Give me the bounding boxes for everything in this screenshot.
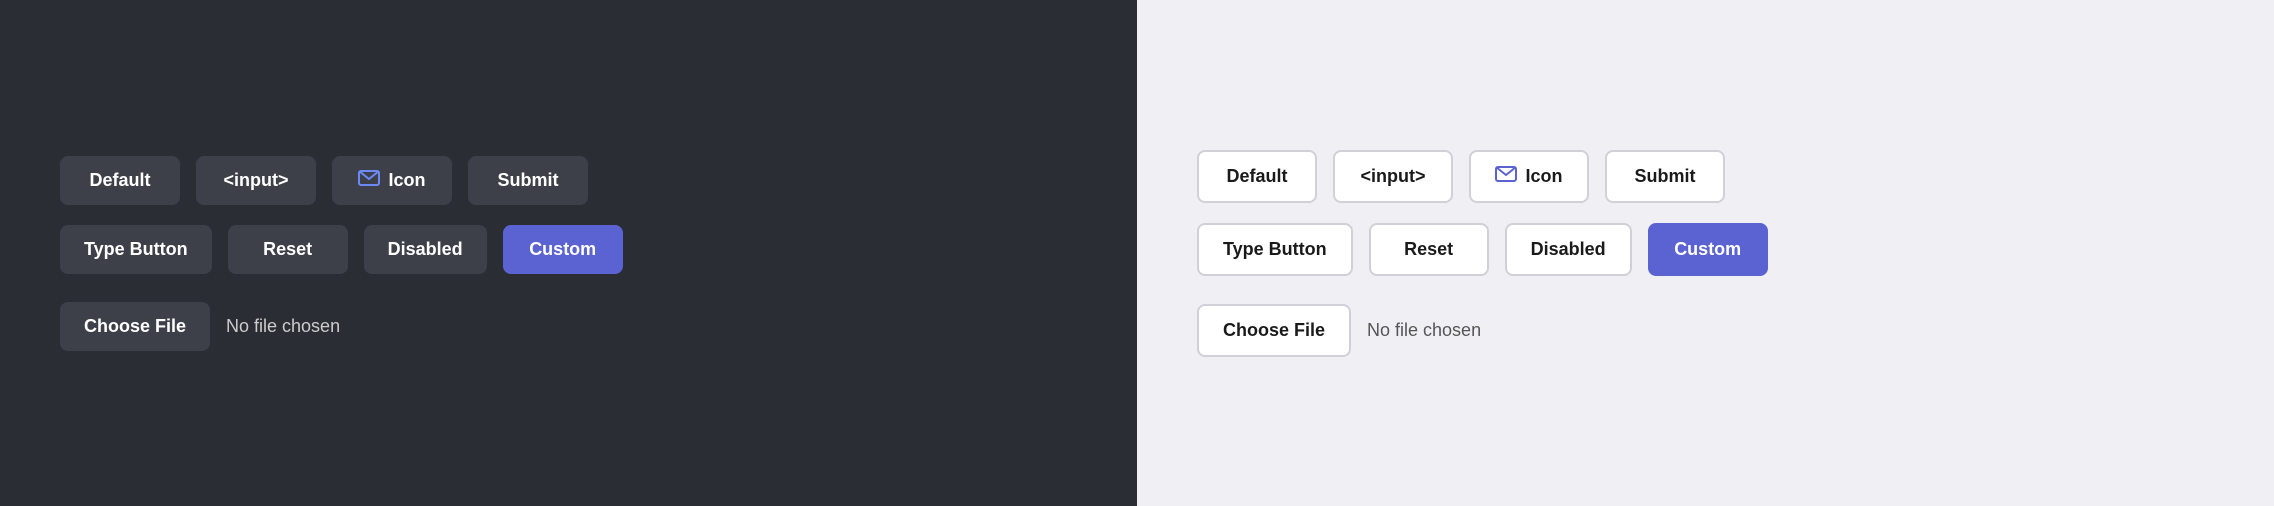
dark-input-button[interactable]: <input> — [196, 156, 316, 205]
light-no-file-text: No file chosen — [1367, 320, 1481, 341]
light-reset-button[interactable]: Reset — [1369, 223, 1489, 276]
light-submit-button[interactable]: Submit — [1605, 150, 1725, 203]
light-custom-button[interactable]: Custom — [1648, 223, 1768, 276]
light-default-button[interactable]: Default — [1197, 150, 1317, 203]
dark-default-button[interactable]: Default — [60, 156, 180, 205]
dark-file-row: Choose File No file chosen — [60, 302, 340, 351]
mail-icon-light — [1495, 166, 1517, 187]
dark-custom-button[interactable]: Custom — [503, 225, 623, 274]
light-icon-label: Icon — [1525, 166, 1562, 187]
light-type-button[interactable]: Type Button — [1197, 223, 1353, 276]
dark-choose-file-label[interactable]: Choose File — [60, 302, 210, 351]
light-row-1: Default <input> Icon Submit — [1197, 150, 1725, 203]
dark-icon-label: Icon — [388, 170, 425, 191]
light-choose-file-label[interactable]: Choose File — [1197, 304, 1351, 357]
light-input-button[interactable]: <input> — [1333, 150, 1453, 203]
dark-row-2: Type Button Reset Disabled Custom — [60, 225, 623, 274]
dark-row-1: Default <input> Icon Submit — [60, 156, 588, 205]
light-icon-button[interactable]: Icon — [1469, 150, 1589, 203]
light-file-row: Choose File No file chosen — [1197, 304, 1481, 357]
light-disabled-button[interactable]: Disabled — [1505, 223, 1632, 276]
dark-icon-button[interactable]: Icon — [332, 156, 452, 205]
dark-type-button[interactable]: Type Button — [60, 225, 212, 274]
mail-icon — [358, 170, 380, 191]
dark-no-file-text: No file chosen — [226, 316, 340, 337]
dark-disabled-button[interactable]: Disabled — [364, 225, 487, 274]
dark-submit-button[interactable]: Submit — [468, 156, 588, 205]
light-row-2: Type Button Reset Disabled Custom — [1197, 223, 1768, 276]
light-panel: Default <input> Icon Submit Type Button … — [1137, 0, 2274, 506]
dark-reset-button[interactable]: Reset — [228, 225, 348, 274]
dark-panel: Default <input> Icon Submit Type Button … — [0, 0, 1137, 506]
